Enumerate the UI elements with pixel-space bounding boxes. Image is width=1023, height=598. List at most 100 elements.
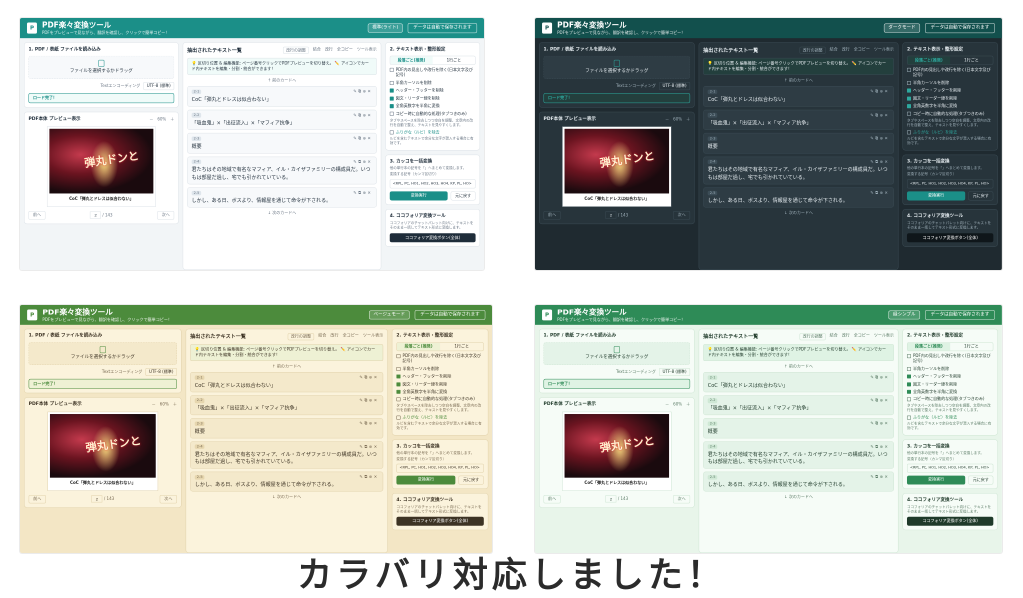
- mode-line-tab[interactable]: 1行ごと: [950, 343, 993, 351]
- zoom-in-icon[interactable]: ＋: [686, 402, 690, 407]
- copy-all-button[interactable]: 全コピー: [854, 47, 870, 54]
- text-card[interactable]: 2-3 ✎⧉⊕✕ 概要: [703, 418, 894, 439]
- page-tag[interactable]: 2-2: [191, 112, 202, 118]
- text-card[interactable]: 2-5 ✎⧉⊕✕ しかし、ある日、ボスより、情報屋を通じて命令が下される。: [190, 471, 384, 492]
- file-dropzone[interactable]: ファイルを選択するかドラッグ: [543, 55, 691, 79]
- text-card[interactable]: 2-2 ✎⧉⊕✕ 「吸血鬼」×「出征流入」×「マフィア抗争」: [703, 395, 894, 416]
- page-tag[interactable]: 2-3: [194, 421, 205, 426]
- option-checkbox-row[interactable]: PDF内の見出しや改行を除く(日本文字及び記号): [906, 67, 993, 77]
- checkbox[interactable]: [906, 67, 911, 72]
- card-actions[interactable]: ✎⧉⊕✕: [359, 375, 378, 380]
- prev-page-button[interactable]: 前へ: [543, 211, 561, 220]
- prev-page-button[interactable]: 前へ: [543, 495, 561, 504]
- card-actions[interactable]: ✎⧉⊕✕: [359, 421, 378, 426]
- load-next-button[interactable]: ↓ 次のカードへ: [187, 211, 377, 216]
- page-tag[interactable]: 2-2: [707, 112, 718, 118]
- adjust-lines-button[interactable]: 改行の調整: [287, 333, 315, 341]
- next-page-button[interactable]: 次へ: [159, 495, 177, 504]
- theme-select[interactable]: ダークモード: [883, 23, 921, 33]
- checkbox[interactable]: [906, 111, 911, 116]
- card-actions[interactable]: ✎⧉⊕✕: [359, 444, 378, 449]
- autosave-status-button[interactable]: データは自動で保存されます: [414, 310, 486, 320]
- cocofolia-convert-button[interactable]: ココフォリア変換ボタン(全体): [906, 233, 994, 243]
- tool-toggle-button[interactable]: ツール表示: [363, 333, 383, 340]
- option-checkbox-row[interactable]: 図文・リーダー線を削除: [396, 382, 483, 387]
- load-next-button[interactable]: ↓ 次のカードへ: [190, 495, 383, 500]
- option-checkbox-row[interactable]: 半角カーソルを削除: [906, 366, 993, 371]
- card-actions[interactable]: ✎⧉⊕✕: [870, 136, 889, 141]
- text-card[interactable]: 2-4 ✎⧉⊕✕ 君たちはその地域で有名なマフィア、イル・カイザファミリーの構成員だ…: [187, 156, 377, 185]
- linebreak-button[interactable]: 改行: [842, 47, 850, 54]
- page-tag[interactable]: 2-4: [707, 444, 718, 449]
- page-input[interactable]: [605, 495, 617, 503]
- zoom-in-icon[interactable]: ＋: [170, 117, 174, 122]
- revert-button[interactable]: 元に戻す: [458, 475, 484, 485]
- checkbox[interactable]: [906, 382, 911, 387]
- load-prev-button[interactable]: ↑ 前のカードへ: [703, 364, 894, 369]
- mode-paragraph-tab[interactable]: 段落ごと(推奨): [907, 56, 951, 65]
- option-checkbox-row[interactable]: 半角カーソルを削除: [396, 366, 483, 371]
- autosave-status-button[interactable]: データは自動で保存されます: [407, 23, 478, 34]
- checkbox[interactable]: [906, 104, 911, 109]
- merge-button[interactable]: 結合: [830, 47, 838, 54]
- text-card[interactable]: 2-4 ✎⧉⊕✕ 君たちはその地域で有名なマフィア、イル・カイザファミリーの構成員だ…: [703, 441, 894, 469]
- bracket-input[interactable]: <RPL, PC, HO1, HO2, HO3, HO4, KP, PL, HO…: [396, 463, 484, 473]
- checkbox[interactable]: [906, 96, 911, 101]
- ruby-checkbox[interactable]: [396, 415, 401, 420]
- option-checkbox-row[interactable]: ヘッダー・フッターを削除: [396, 374, 483, 379]
- checkbox[interactable]: [906, 389, 911, 394]
- file-dropzone[interactable]: ファイルを選択するかドラッグ: [28, 55, 175, 79]
- option-checkbox-row[interactable]: 全角英数字を半角に変換: [906, 389, 993, 394]
- revert-button[interactable]: 元に戻す: [968, 475, 994, 485]
- option-checkbox-row[interactable]: PDF内の見出しや改行を除く(日本文字及び記号): [906, 354, 993, 364]
- option-checkbox-row[interactable]: PDF内の見出しや改行を除く(日本文字及び記号): [389, 67, 476, 77]
- merge-button[interactable]: 結合: [318, 333, 326, 340]
- theme-select[interactable]: 緑シンプル: [888, 310, 921, 320]
- card-actions[interactable]: ✎⧉⊕✕: [870, 375, 889, 380]
- convert-button[interactable]: 変換実行: [906, 475, 966, 485]
- zoom-in-icon[interactable]: ＋: [173, 402, 177, 407]
- load-prev-button[interactable]: ↑ 前のカードへ: [187, 78, 377, 83]
- zoom-out-icon[interactable]: －: [149, 117, 153, 122]
- card-actions[interactable]: ✎⧉⊕✕: [870, 475, 889, 480]
- linebreak-button[interactable]: 改行: [330, 333, 338, 340]
- adjust-lines-button[interactable]: 改行の調整: [282, 46, 309, 54]
- mode-paragraph-tab[interactable]: 段落ごと(推奨): [396, 342, 441, 351]
- cocofolia-convert-button[interactable]: ココフォリア変換ボタン(全体): [396, 516, 484, 526]
- option-checkbox-row[interactable]: ヘッダー・フッターを削除: [906, 88, 993, 93]
- card-actions[interactable]: ✎⧉⊕✕: [359, 398, 378, 403]
- mode-paragraph-tab[interactable]: 段落ごと(推奨): [907, 342, 951, 351]
- checkbox[interactable]: [389, 96, 394, 101]
- checkbox[interactable]: [396, 354, 401, 359]
- checkbox[interactable]: [906, 354, 911, 359]
- page-tag[interactable]: 2-2: [194, 398, 205, 403]
- revert-button[interactable]: 元に戻す: [968, 191, 994, 201]
- bracket-input[interactable]: <RPL, PC, HO1, HO2, HO3, HO4, KP, PL, HO…: [906, 463, 994, 473]
- text-card[interactable]: 2-1 ✎⧉⊕✕ CoC「弾丸とドレスは似合わない」: [703, 372, 894, 393]
- file-dropzone[interactable]: ファイルを選択するかドラッグ: [543, 342, 691, 365]
- text-card[interactable]: 2-5 ✎⧉⊕✕ しかし、ある日、ボスより、情報屋を通じて命令が下される。: [187, 187, 377, 208]
- text-card[interactable]: 2-5 ✎⧉⊕✕ しかし、ある日、ボスより、情報屋を通じて命令が下される。: [703, 187, 894, 208]
- text-card[interactable]: 2-2 ✎⧉⊕✕ 「吸血鬼」×「出征流入」×「マフィア抗争」: [187, 109, 377, 130]
- tool-toggle-button[interactable]: ツール表示: [874, 47, 894, 54]
- page-tag[interactable]: 2-4: [707, 159, 718, 165]
- zoom-out-icon[interactable]: －: [152, 402, 156, 407]
- bracket-input[interactable]: <RPL, PC, HO1, HO2, HO3, HO4, KP, PL, HO…: [389, 179, 476, 189]
- card-actions[interactable]: ✎⧉⊕✕: [870, 159, 889, 164]
- copy-all-button[interactable]: 全コピー: [337, 47, 353, 54]
- mode-line-tab[interactable]: 1行ごと: [950, 56, 993, 64]
- page-tag[interactable]: 2-5: [191, 190, 202, 196]
- theme-select[interactable]: 標準(ライト): [367, 23, 403, 33]
- checkbox[interactable]: [389, 111, 394, 116]
- checkbox[interactable]: [396, 382, 401, 387]
- option-checkbox-row[interactable]: コピー時に自動的な処理(タブつきのみ): [906, 111, 993, 116]
- checkbox[interactable]: [389, 80, 394, 85]
- page-input[interactable]: [90, 211, 102, 219]
- option-checkbox-row[interactable]: ヘッダー・フッターを削除: [906, 374, 993, 379]
- adjust-lines-button[interactable]: 改行の調整: [799, 333, 826, 341]
- next-page-button[interactable]: 次へ: [673, 495, 691, 504]
- page-tag[interactable]: 2-3: [191, 136, 202, 141]
- mode-line-tab[interactable]: 1行ごと: [440, 343, 483, 351]
- bracket-input[interactable]: <RPL, PC, HO1, HO2, HO3, HO4, KP, PL, HO…: [906, 179, 994, 189]
- mode-line-tab[interactable]: 1行ごと: [433, 56, 475, 64]
